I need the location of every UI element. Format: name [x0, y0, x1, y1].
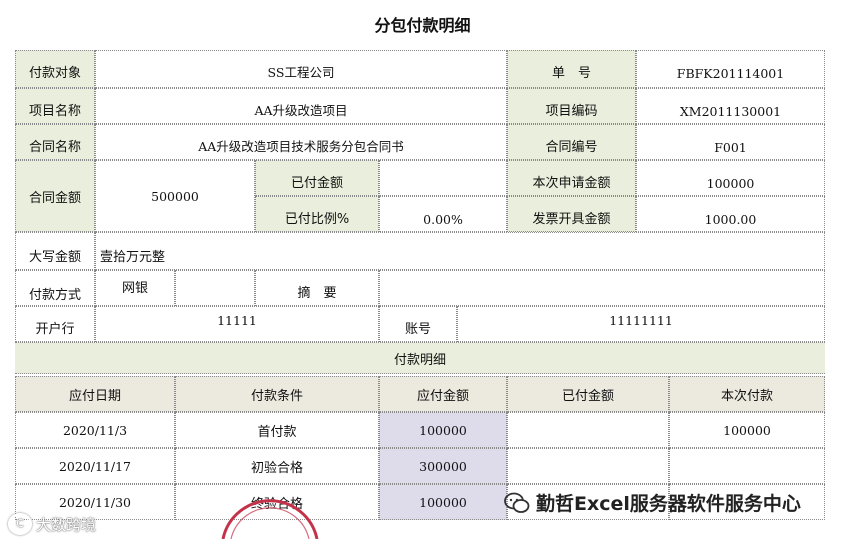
paid-amount-label: 已付金额	[255, 160, 379, 196]
row-due[interactable]: 100000	[379, 484, 507, 520]
pay-method-value[interactable]: 网银	[95, 270, 175, 306]
detail-section-title: 付款明细	[15, 342, 825, 374]
project-name-value[interactable]: AA升级改造项目	[95, 88, 507, 124]
paid-amount-value[interactable]	[379, 160, 507, 196]
amount-words-value[interactable]: 壹拾万元整	[95, 232, 825, 270]
watermark-left: C 大数跨境	[8, 513, 96, 535]
row-condition[interactable]: 初验合格	[175, 448, 379, 484]
col-due-amount: 应付金额	[379, 376, 507, 412]
summary-label: 摘 要	[255, 270, 379, 306]
row-date[interactable]: 2020/11/17	[15, 448, 175, 484]
paid-ratio-value[interactable]: 0.00%	[379, 196, 507, 232]
payment-form: 付款对象 SS工程公司 单 号 FBFK201114001 项目名称 AA升级改…	[15, 50, 825, 539]
watermark-right-text: 勤哲Excel服务器软件服务中心	[536, 493, 801, 515]
pay-method-blank	[175, 270, 255, 306]
row-date[interactable]: 2020/11/3	[15, 412, 175, 448]
bank-value[interactable]: 11111	[95, 306, 379, 342]
contract-amount-label: 合同金额	[15, 160, 95, 232]
contract-name-label: 合同名称	[15, 124, 95, 160]
seal-stamp-icon	[221, 499, 319, 539]
col-due-date: 应付日期	[15, 376, 175, 412]
col-current-payment: 本次付款	[669, 376, 825, 412]
row-current[interactable]: 100000	[669, 412, 825, 448]
watermark-logo-icon: C	[8, 513, 32, 535]
request-amount-value[interactable]: 100000	[636, 160, 825, 196]
page-title: 分包付款明细	[374, 16, 471, 35]
row-due[interactable]: 300000	[379, 448, 507, 484]
request-amount-label: 本次申请金额	[507, 160, 636, 196]
watermark-left-text: 大数跨境	[36, 515, 97, 534]
invoice-amount-value[interactable]: 1000.00	[636, 196, 825, 232]
row-paid[interactable]	[507, 412, 669, 448]
paid-ratio-label: 已付比例%	[255, 196, 379, 232]
summary-value[interactable]	[379, 270, 825, 306]
payee-value[interactable]: SS工程公司	[95, 50, 507, 88]
account-value[interactable]: 11111111	[457, 306, 825, 342]
project-name-label: 项目名称	[15, 88, 95, 124]
account-label: 账号	[379, 306, 457, 342]
project-code-value[interactable]: XM2011130001	[636, 88, 825, 124]
pay-method-label: 付款方式	[15, 270, 95, 306]
row-condition[interactable]: 首付款	[175, 412, 379, 448]
bank-label: 开户行	[15, 306, 95, 342]
contract-no-label: 合同编号	[507, 124, 636, 160]
contract-name-value[interactable]: AA升级改造项目技术服务分包合同书	[95, 124, 507, 160]
project-code-label: 项目编码	[507, 88, 636, 124]
contract-amount-value[interactable]: 500000	[95, 160, 255, 232]
doc-no-label: 单 号	[507, 50, 636, 88]
row-due[interactable]: 100000	[379, 412, 507, 448]
col-condition: 付款条件	[175, 376, 379, 412]
payee-label: 付款对象	[15, 50, 95, 88]
wechat-icon	[504, 492, 530, 513]
invoice-amount-label: 发票开具金额	[507, 196, 636, 232]
row-paid[interactable]	[507, 448, 669, 484]
contract-no-value[interactable]: F001	[636, 124, 825, 160]
doc-no-value[interactable]: FBFK201114001	[636, 50, 825, 88]
amount-words-label: 大写金额	[15, 232, 95, 270]
watermark-right: 勤哲Excel服务器软件服务中心	[504, 489, 801, 516]
row-current[interactable]	[669, 448, 825, 484]
col-paid-amount: 已付金额	[507, 376, 669, 412]
